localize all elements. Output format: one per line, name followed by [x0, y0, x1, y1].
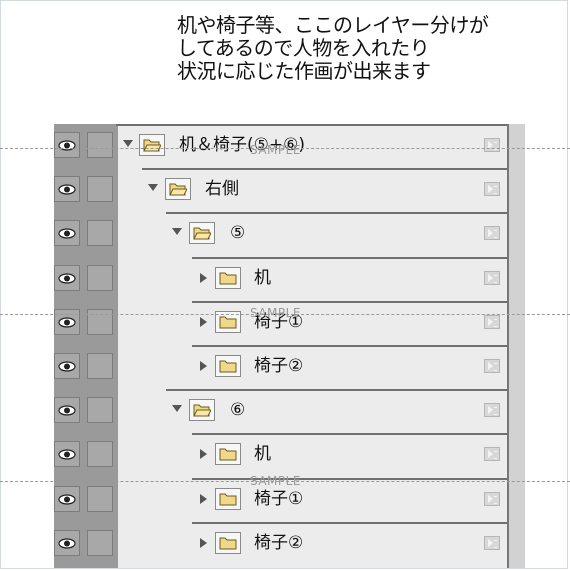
- layer-row[interactable]: ⑤: [54, 212, 507, 256]
- caption-line-1: 机や椅子等、ここのレイヤー分けが: [177, 13, 489, 37]
- lock-toggle[interactable]: [87, 529, 113, 556]
- layer-options-icon[interactable]: [484, 182, 500, 197]
- layer-options-icon[interactable]: [484, 491, 500, 506]
- eye-icon[interactable]: [54, 529, 80, 556]
- watermark-text: SAMPLE: [250, 306, 301, 320]
- chevron-down-icon[interactable]: [172, 228, 182, 236]
- row-separator: [166, 389, 507, 392]
- row-separator: [166, 212, 507, 215]
- panel-right-edge: [507, 124, 525, 568]
- folder-open-icon: [189, 399, 215, 422]
- layer-name[interactable]: 机: [254, 443, 271, 465]
- chevron-down-icon[interactable]: [172, 405, 182, 413]
- layer-name[interactable]: ⑤: [230, 222, 245, 244]
- caption-text: 机や椅子等、ここのレイヤー分けが してあるので人物を入れたり 状況に応じた作画が…: [177, 14, 557, 83]
- lock-toggle[interactable]: [87, 264, 113, 291]
- layer-name[interactable]: 机: [254, 267, 271, 289]
- layer-row[interactable]: 机: [54, 433, 507, 477]
- row-separator: [142, 168, 507, 171]
- chevron-right-icon[interactable]: [200, 316, 207, 327]
- chevron-right-icon[interactable]: [200, 537, 207, 548]
- eye-icon[interactable]: [54, 264, 80, 291]
- lock-toggle[interactable]: [87, 220, 113, 247]
- layers-panel: 机＆椅子(⑤+⑥) 右側 ⑤ 机椅子① 椅子② ⑥ 机椅子① 椅子②: [54, 124, 525, 568]
- layer-row[interactable]: 机: [54, 256, 507, 301]
- lock-toggle[interactable]: [87, 397, 113, 424]
- folder-open-icon: [139, 134, 165, 156]
- folder-icon: [215, 443, 241, 466]
- folder-open-icon: [189, 222, 215, 245]
- layer-row[interactable]: ⑥: [54, 389, 507, 433]
- layer-options-icon[interactable]: [484, 314, 500, 329]
- folder-icon: [215, 531, 241, 554]
- row-separator: [192, 477, 507, 480]
- chevron-right-icon[interactable]: [200, 361, 207, 371]
- layer-options-icon[interactable]: [484, 138, 500, 152]
- layer-row[interactable]: 椅子②: [54, 521, 507, 566]
- eye-icon[interactable]: [54, 176, 80, 203]
- eye-icon[interactable]: [54, 397, 80, 424]
- chevron-right-icon[interactable]: [200, 272, 207, 283]
- chevron-right-icon[interactable]: [200, 493, 207, 504]
- chevron-right-icon[interactable]: [200, 449, 207, 460]
- lock-toggle[interactable]: [87, 132, 113, 158]
- layer-options-icon[interactable]: [484, 359, 500, 373]
- layer-name[interactable]: 椅子②: [254, 532, 303, 554]
- layer-options-icon[interactable]: [484, 403, 500, 418]
- folder-open-icon: [165, 178, 191, 201]
- row-separator: [192, 433, 507, 436]
- row-separator: [116, 124, 507, 126]
- layer-row[interactable]: 椅子②: [54, 345, 507, 389]
- lock-toggle[interactable]: [87, 176, 113, 203]
- lock-toggle[interactable]: [87, 353, 113, 379]
- eye-icon[interactable]: [54, 132, 80, 158]
- chevron-down-icon[interactable]: [123, 140, 133, 147]
- layer-name[interactable]: 椅子②: [254, 355, 303, 377]
- layer-name[interactable]: 右側: [205, 178, 239, 200]
- watermark-text: SAMPLE: [250, 143, 301, 157]
- eye-icon[interactable]: [54, 308, 80, 335]
- lock-toggle[interactable]: [87, 308, 113, 335]
- layer-options-icon[interactable]: [484, 535, 500, 550]
- folder-icon: [215, 355, 241, 377]
- layer-row[interactable]: 右側: [54, 168, 507, 212]
- layer-options-icon[interactable]: [484, 447, 500, 462]
- eye-icon[interactable]: [54, 441, 80, 468]
- eye-icon[interactable]: [54, 485, 80, 512]
- layer-name[interactable]: 椅子①: [254, 488, 303, 510]
- row-separator: [192, 521, 507, 524]
- layer-options-icon[interactable]: [484, 226, 500, 241]
- lock-toggle[interactable]: [87, 485, 113, 512]
- watermark-text: SAMPLE: [250, 474, 301, 488]
- folder-icon: [215, 266, 241, 289]
- layer-name[interactable]: ⑥: [230, 399, 245, 421]
- layer-options-icon[interactable]: [484, 270, 500, 285]
- eye-icon[interactable]: [54, 353, 80, 379]
- eye-icon[interactable]: [54, 220, 80, 247]
- folder-icon: [215, 487, 241, 510]
- lock-toggle[interactable]: [87, 441, 113, 468]
- row-separator: [192, 256, 507, 259]
- caption-line-3: 状況に応じた作画が出来ます: [177, 59, 431, 83]
- caption-line-2: してあるので人物を入れたり: [177, 36, 430, 60]
- row-separator: [192, 345, 507, 347]
- chevron-down-icon[interactable]: [148, 184, 158, 192]
- row-separator: [192, 300, 507, 303]
